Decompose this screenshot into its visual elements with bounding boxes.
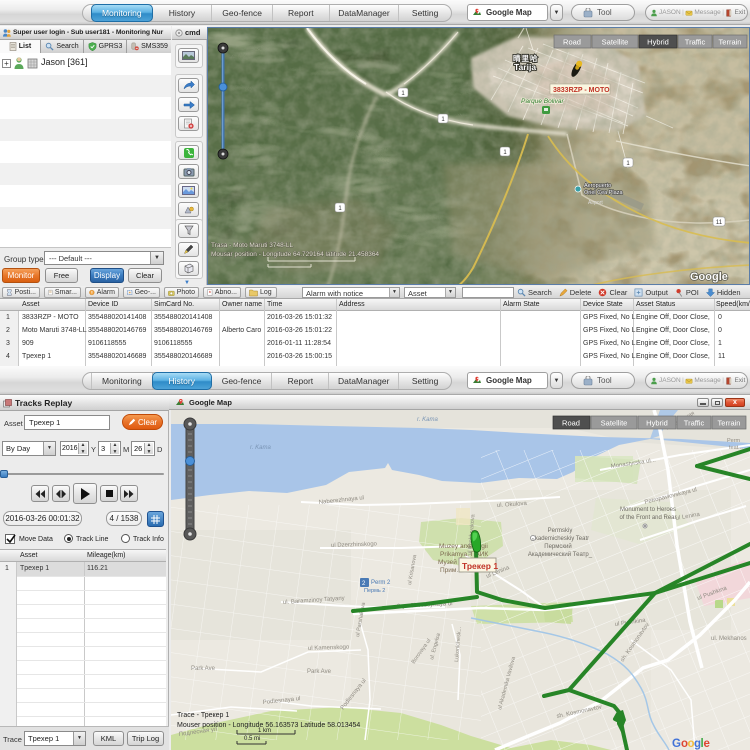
- svg-text:Satellite: Satellite: [601, 419, 628, 428]
- svg-text:Road: Road: [562, 419, 580, 428]
- svg-text:Hybrid: Hybrid: [647, 38, 669, 47]
- svg-text:of the Front and Rear: of the Front and Rear: [619, 515, 676, 521]
- svg-text:Airport: Airport: [588, 200, 603, 206]
- svg-text:Monument to Heroes: Monument to Heroes: [620, 507, 676, 513]
- svg-text:Road: Road: [563, 38, 581, 47]
- svg-text:Aeropuerto: Aeropuerto: [584, 183, 611, 189]
- svg-text:♬: ♬: [531, 537, 536, 542]
- svg-text:Satellite: Satellite: [602, 38, 629, 47]
- svg-text:Пермь 2: Пермь 2: [364, 588, 385, 594]
- svg-text:11: 11: [716, 220, 723, 226]
- svg-text:Trace - Трекер 1: Trace - Трекер 1: [177, 712, 229, 719]
- svg-text:Пермский: Пермский: [544, 543, 571, 550]
- svg-text:3833RZP - MOTO: 3833RZP - MOTO: [553, 87, 610, 94]
- svg-text:ul. Mekhanos: ul. Mekhanos: [711, 636, 747, 642]
- svg-text:Trasa - Moto Maruti 3748-LL: Trasa - Moto Maruti 3748-LL: [211, 242, 294, 249]
- svg-text:Terrain: Terrain: [718, 419, 741, 428]
- svg-text:Google: Google: [690, 271, 728, 283]
- svg-text:Permskiy: Permskiy: [548, 528, 573, 534]
- svg-text:Akademicheskiy Teatr: Akademicheskiy Teatr: [531, 536, 589, 542]
- svg-text:Park Ave: Park Ave: [307, 669, 332, 675]
- svg-text:r. Kama: r. Kama: [417, 417, 438, 423]
- svg-text:Terrain: Terrain: [719, 38, 742, 47]
- svg-text:Prikamya, ПАИК: Prikamya, ПАИК: [440, 551, 488, 558]
- svg-text:Трекер 1: Трекер 1: [462, 561, 498, 571]
- svg-text:Parque Bolivar: Parque Bolivar: [521, 98, 564, 105]
- svg-text:1 km: 1 km: [258, 728, 271, 734]
- svg-text:Tarija: Tarija: [514, 62, 536, 72]
- svg-text:e: e: [704, 738, 710, 750]
- svg-text:r. Kama: r. Kama: [250, 445, 271, 451]
- svg-text:Traffic: Traffic: [685, 38, 706, 47]
- svg-text:Perm: Perm: [727, 438, 741, 444]
- svg-text:Perm 2: Perm 2: [371, 580, 391, 586]
- svg-text:Park Ave: Park Ave: [191, 666, 216, 672]
- svg-text:Hybrid: Hybrid: [646, 419, 668, 428]
- svg-text:Mousar position - Longitude 64: Mousar position - Longitude 64.729164 la…: [211, 251, 379, 258]
- svg-text:Oriel Cea Plaza: Oriel Cea Plaza: [584, 190, 623, 196]
- svg-text:0.5 mi: 0.5 mi: [244, 736, 260, 742]
- svg-text:G: G: [672, 738, 681, 750]
- svg-text:Traffic: Traffic: [684, 419, 705, 428]
- svg-text:Академический Театр_: Академический Театр_: [528, 551, 593, 558]
